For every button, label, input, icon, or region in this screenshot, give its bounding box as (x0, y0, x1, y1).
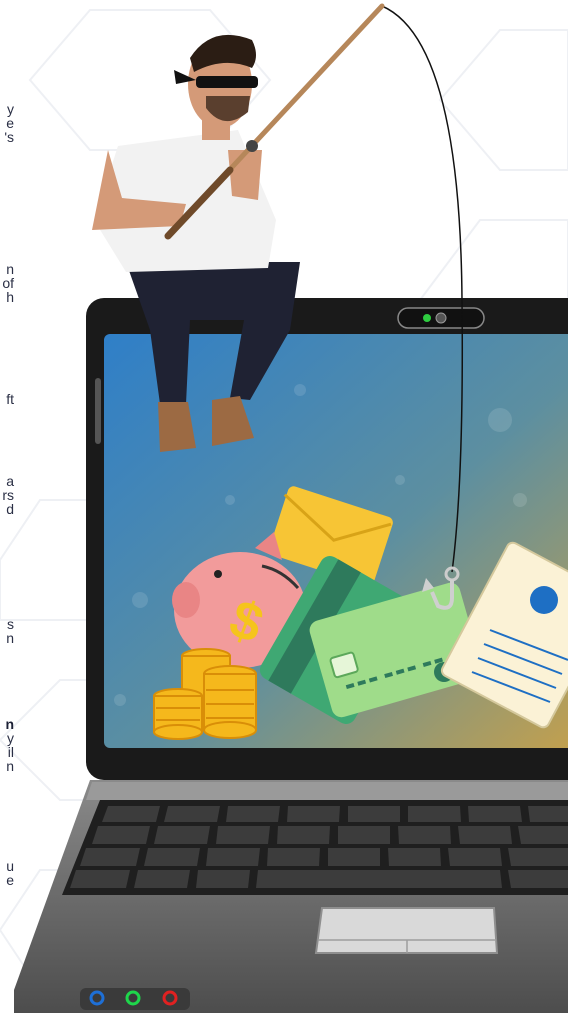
laptop-base (14, 780, 568, 1013)
phishing-illustration: $ (14, 3, 568, 1013)
webcam-icon (397, 307, 485, 329)
